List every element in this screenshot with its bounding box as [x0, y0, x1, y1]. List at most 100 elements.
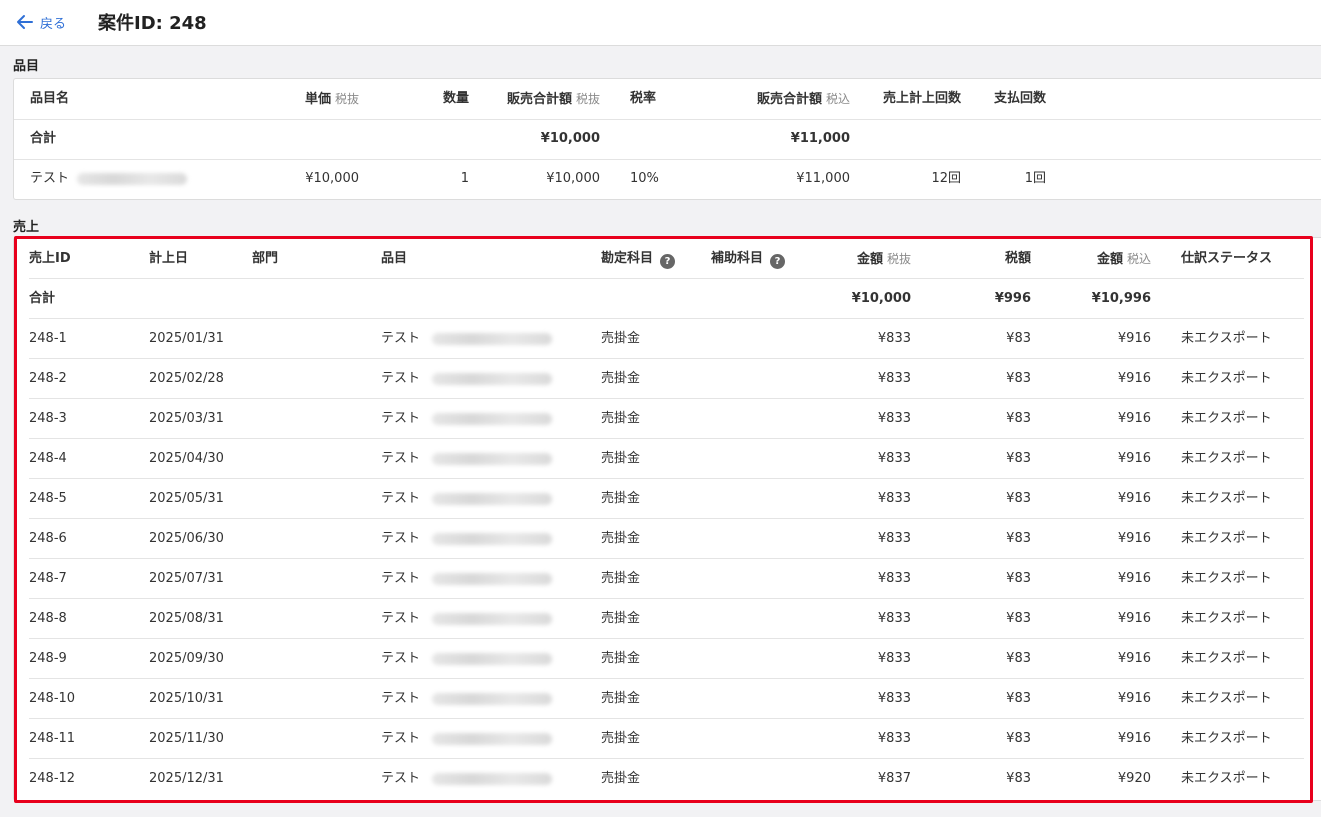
amount-incl-cell: ¥916: [1117, 531, 1151, 546]
status-cell: 未エクスポート: [1181, 411, 1272, 426]
tax-cell: ¥83: [1006, 491, 1031, 506]
item-cell: テスト: [381, 719, 553, 759]
sales-id-cell[interactable]: 248-8: [29, 599, 67, 639]
sales-row[interactable]: 248-11 2025/11/30 テスト 売掛金 ¥833 ¥83 ¥916 未エクスポート: [14, 719, 1304, 759]
items-section-label: 品目: [13, 59, 40, 74]
tax-cell: ¥83: [1006, 651, 1031, 666]
redacted-text: [432, 692, 553, 705]
amount-cell: ¥833: [877, 611, 911, 626]
back-button[interactable]: 戻る: [16, 12, 66, 32]
amount-incl-cell: ¥916: [1117, 571, 1151, 586]
col-tax: 税額: [1004, 251, 1031, 266]
redacted-text: [432, 492, 553, 505]
tax-cell: ¥83: [1006, 531, 1031, 546]
page-title: 案件ID: 248: [98, 13, 207, 34]
items-row: テスト ¥10,000 1 ¥10,000 10% ¥11,000 12回 1回: [14, 159, 1321, 199]
sales-total-row: 合計 ¥10,000 ¥996 ¥10,996: [14, 279, 1304, 319]
col-department: 部門: [252, 251, 279, 266]
amount-cell: ¥833: [877, 451, 911, 466]
status-cell: 未エクスポート: [1181, 731, 1272, 746]
sales-row[interactable]: 248-8 2025/08/31 テスト 売掛金 ¥833 ¥83 ¥916 未エクスポート: [14, 599, 1304, 639]
sales-id-cell[interactable]: 248-3: [29, 399, 67, 439]
tax-cell: ¥83: [1006, 411, 1031, 426]
sales-id-cell[interactable]: 248-11: [29, 719, 75, 759]
sales-id-cell[interactable]: 248-2: [29, 359, 67, 399]
sales-row[interactable]: 248-5 2025/05/31 テスト 売掛金 ¥833 ¥83 ¥916 未エクスポート: [14, 479, 1304, 519]
amount-cell: ¥833: [877, 331, 911, 346]
item-cell: テスト: [381, 439, 553, 479]
sales-row[interactable]: 248-6 2025/06/30 テスト 売掛金 ¥833 ¥83 ¥916 未エクスポート: [14, 519, 1304, 559]
date-cell: 2025/01/31: [149, 331, 224, 346]
help-icon[interactable]: ?: [770, 254, 786, 269]
sales-id-cell[interactable]: 248-6: [29, 519, 67, 559]
redacted-text: [432, 612, 553, 625]
sales-total-label: 合計: [29, 291, 56, 306]
amount-incl-cell: ¥916: [1117, 691, 1151, 706]
sales-id-cell[interactable]: 248-12: [29, 759, 75, 799]
account-cell: 売掛金: [601, 731, 641, 746]
account-cell: 売掛金: [601, 371, 641, 386]
col-tax-rate: 税率: [630, 91, 657, 106]
status-cell: 未エクスポート: [1181, 691, 1272, 706]
sales-id-cell[interactable]: 248-4: [29, 439, 67, 479]
sales-id-cell[interactable]: 248-7: [29, 559, 67, 599]
status-cell: 未エクスポート: [1181, 771, 1272, 786]
tax-cell: ¥83: [1006, 331, 1031, 346]
date-cell: 2025/06/30: [149, 531, 224, 546]
item-cell: テスト: [381, 479, 553, 519]
sales-row[interactable]: 248-7 2025/07/31 テスト 売掛金 ¥833 ¥83 ¥916 未エクスポート: [14, 559, 1304, 599]
amount-incl-cell: ¥916: [1117, 611, 1151, 626]
redacted-text: [77, 172, 188, 185]
sales-row[interactable]: 248-4 2025/04/30 テスト 売掛金 ¥833 ¥83 ¥916 未エクスポート: [14, 439, 1304, 479]
amount-cell: ¥833: [877, 411, 911, 426]
amount-incl-cell: ¥916: [1117, 411, 1151, 426]
account-cell: 売掛金: [601, 611, 641, 626]
redacted-text: [432, 532, 553, 545]
page-header: 戻る 案件ID: 248: [0, 0, 1321, 46]
sales-id-cell[interactable]: 248-10: [29, 679, 75, 719]
status-cell: 未エクスポート: [1181, 611, 1272, 626]
item-cell: テスト: [381, 759, 553, 799]
sales-row[interactable]: 248-2 2025/02/28 テスト 売掛金 ¥833 ¥83 ¥916 未エクスポート: [14, 359, 1304, 399]
sales-id-cell[interactable]: 248-5: [29, 479, 67, 519]
item-sales-total: ¥10,000: [546, 171, 600, 186]
col-item: 品目: [381, 251, 408, 266]
tax-cell: ¥83: [1006, 691, 1031, 706]
date-cell: 2025/08/31: [149, 611, 224, 626]
sales-row[interactable]: 248-12 2025/12/31 テスト 売掛金 ¥837 ¥83 ¥920 未エクスポート: [14, 759, 1304, 799]
item-sales-count: 12回: [931, 171, 961, 186]
col-payment-count: 支払回数: [993, 91, 1046, 106]
col-amount-incl: 金額 税込: [1096, 252, 1151, 267]
amount-incl-cell: ¥916: [1117, 371, 1151, 386]
col-date: 計上日: [149, 251, 189, 266]
sales-id-cell[interactable]: 248-1: [29, 319, 67, 359]
sales-row[interactable]: 248-3 2025/03/31 テスト 売掛金 ¥833 ¥83 ¥916 未エクスポート: [14, 399, 1304, 439]
date-cell: 2025/05/31: [149, 491, 224, 506]
sales-total-amount: ¥10,000: [851, 291, 911, 306]
tax-cell: ¥83: [1006, 371, 1031, 386]
date-cell: 2025/04/30: [149, 451, 224, 466]
tax-cell: ¥83: [1006, 771, 1031, 786]
date-cell: 2025/09/30: [149, 651, 224, 666]
help-icon[interactable]: ?: [660, 254, 676, 269]
sales-row[interactable]: 248-1 2025/01/31 テスト 売掛金 ¥833 ¥83 ¥916 未エクスポート: [14, 319, 1304, 359]
redacted-text: [432, 572, 553, 585]
sales-row[interactable]: 248-9 2025/09/30 テスト 売掛金 ¥833 ¥83 ¥916 未エクスポート: [14, 639, 1304, 679]
item-cell: テスト: [381, 639, 553, 679]
item-cell: テスト: [381, 399, 553, 439]
amount-cell: ¥837: [877, 771, 911, 786]
col-sales-total-incl: 販売合計額 税込: [756, 92, 850, 107]
item-cell: テスト: [381, 359, 553, 399]
amount-cell: ¥833: [877, 651, 911, 666]
sales-id-cell[interactable]: 248-9: [29, 639, 67, 679]
account-cell: 売掛金: [601, 531, 641, 546]
items-total-sales: ¥10,000: [540, 131, 600, 146]
status-cell: 未エクスポート: [1181, 371, 1272, 386]
sales-row[interactable]: 248-10 2025/10/31 テスト 売掛金 ¥833 ¥83 ¥916 未エクスポート: [14, 679, 1304, 719]
status-cell: 未エクスポート: [1181, 331, 1272, 346]
item-payment-count: 1回: [1024, 171, 1046, 186]
sales-header-row: 売上ID 計上日 部門 品目 勘定科目? 補助科目? 金額 税抜 税額 金額 税込 …: [14, 239, 1304, 279]
status-cell: 未エクスポート: [1181, 651, 1272, 666]
sales-total-tax: ¥996: [994, 291, 1031, 306]
account-cell: 売掛金: [601, 451, 641, 466]
